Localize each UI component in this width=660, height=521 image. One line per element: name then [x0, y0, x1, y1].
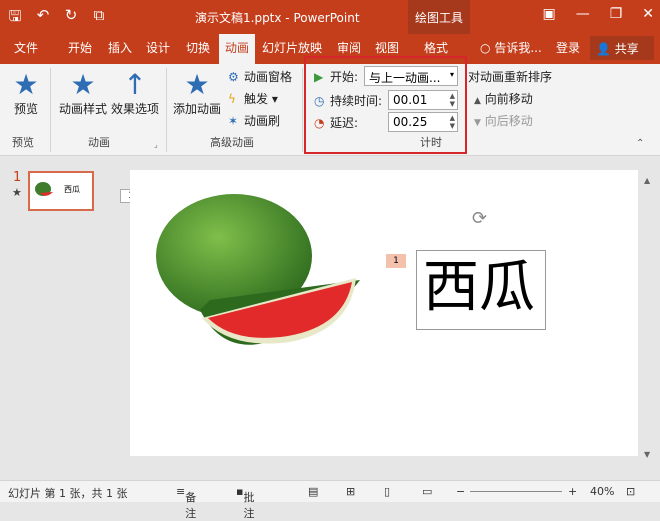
animation-styles-button[interactable]: ★ 动画样式	[58, 70, 108, 117]
preview-group-label: 预览	[12, 136, 34, 149]
slideshow-view-icon[interactable]: ▭	[422, 485, 432, 498]
dialog-launcher-icon[interactable]: ⌟	[154, 140, 158, 149]
animation-painter-button[interactable]: ✶ 动画刷	[228, 112, 280, 129]
slide-canvas[interactable]: 1 西瓜 ⟳	[130, 170, 638, 456]
slide-sorter-icon[interactable]: ⊞	[346, 485, 355, 498]
fit-slide-icon[interactable]: ⊡	[626, 485, 635, 498]
tab-insert[interactable]: 插入	[108, 39, 132, 56]
animation-pane-icon: ⚙	[228, 70, 239, 84]
reading-view-icon[interactable]: ▯	[384, 485, 390, 498]
up-arrow-icon: ↑	[123, 68, 147, 101]
thumbnail-text: 西瓜	[64, 185, 80, 194]
redo-icon[interactable]: ↻	[62, 6, 80, 31]
textbox-text[interactable]: 西瓜	[423, 253, 535, 323]
move-later-button[interactable]: ▼ 向后移动	[474, 112, 533, 129]
person-icon: 👤	[596, 42, 611, 56]
tab-slideshow[interactable]: 幻灯片放映	[262, 39, 322, 56]
undo-icon[interactable]: ↶	[34, 6, 52, 31]
timing-highlight-box	[304, 56, 467, 154]
animation-pane-button[interactable]: ⚙ 动画窗格	[228, 68, 292, 85]
minimize-icon[interactable]: —	[576, 6, 590, 22]
tab-home[interactable]: 开始	[68, 39, 92, 56]
rotate-handle-icon[interactable]: ⟳	[472, 208, 487, 229]
drawing-tools-label: 绘图工具	[414, 11, 463, 25]
add-animation-button[interactable]: ★ 添加动画	[172, 70, 222, 117]
normal-view-icon[interactable]: ▤	[308, 485, 318, 498]
present-icon[interactable]: ⧉	[90, 6, 108, 31]
thumbnail-watermelon-icon	[35, 182, 53, 196]
textbox-selection[interactable]: 西瓜	[416, 250, 546, 330]
tab-review[interactable]: 审阅	[337, 39, 361, 56]
save-icon[interactable]: 🖫	[6, 6, 24, 31]
share-button[interactable]: 👤 共享	[590, 36, 654, 60]
triangle-down-icon: ▼	[474, 118, 481, 128]
move-earlier-button[interactable]: ▲ 向前移动	[474, 90, 533, 107]
advanced-group-label: 高级动画	[210, 136, 254, 149]
tell-me-box[interactable]: ○ 告诉我...	[480, 39, 542, 56]
lightning-icon: ϟ	[228, 92, 236, 106]
animation-painter-label: 动画刷	[244, 114, 281, 128]
preview-label: 预览	[13, 102, 38, 116]
preview-star-icon: ★	[13, 68, 39, 101]
watermelon-image[interactable]	[130, 170, 638, 456]
scroll-down-icon[interactable]: ▼	[644, 450, 650, 459]
animation-star-indicator-icon: ★	[12, 186, 22, 199]
zoom-slider[interactable]	[470, 491, 562, 492]
lightbulb-icon: ○	[480, 41, 491, 55]
window-title: 演示文稿1.pptx - PowerPoint	[195, 11, 360, 25]
animation-star-icon: ★	[70, 68, 96, 101]
trigger-button[interactable]: ϟ 触发 ▾	[228, 90, 278, 107]
painter-icon: ✶	[228, 114, 239, 128]
zoom-out-icon[interactable]: −	[456, 485, 465, 498]
animation-styles-label: 动画样式	[58, 102, 107, 116]
trigger-label: 触发	[244, 92, 269, 106]
divider	[166, 68, 167, 152]
scroll-up-icon[interactable]: ▲	[644, 176, 650, 185]
restore-icon[interactable]: ❐	[610, 6, 623, 22]
animation-tag[interactable]: 1	[386, 254, 406, 268]
animation-group-label: 动画	[88, 136, 110, 149]
divider	[302, 68, 303, 152]
collapse-ribbon-icon[interactable]: ⌃	[636, 138, 644, 149]
divider	[50, 68, 51, 152]
slide-number: 1	[13, 170, 22, 185]
login-link[interactable]: 登录	[556, 39, 580, 56]
add-animation-label: 添加动画	[172, 102, 221, 116]
slide-thumbnail[interactable]: 西瓜	[28, 171, 94, 211]
effect-options-label: 效果选项	[110, 102, 159, 116]
tell-me-label: 告诉我...	[494, 41, 542, 55]
close-icon[interactable]: ✕	[642, 6, 654, 22]
slide-info: 幻灯片 第 1 张，共 1 张	[8, 487, 128, 500]
animation-pane-label: 动画窗格	[244, 70, 293, 84]
share-label: 共享	[614, 42, 639, 56]
triangle-up-icon: ▲	[474, 96, 481, 106]
quick-access-toolbar: 🖫 ↶ ↻ ⧉	[6, 6, 108, 31]
add-animation-icon: ★	[184, 68, 210, 101]
comments-button[interactable]: ▪ 批注	[236, 485, 254, 520]
ribbon-display-icon[interactable]: ▣	[542, 6, 555, 22]
zoom-level[interactable]: 40%	[590, 485, 614, 498]
status-bar: 幻灯片 第 1 张，共 1 张 ≡ 备注 ▪ 批注 ▤ ⊞ ▯ ▭ − + 40…	[0, 480, 660, 520]
preview-button[interactable]: ★ 预览	[8, 70, 44, 117]
tab-design[interactable]: 设计	[146, 39, 170, 56]
notes-button[interactable]: ≡ 备注	[176, 485, 196, 520]
tab-file[interactable]: 文件	[8, 39, 44, 56]
tab-animations[interactable]: 动画	[219, 34, 256, 64]
tab-transitions[interactable]: 切换	[186, 39, 210, 56]
window-buttons: ▣ — ❐ ✕	[542, 6, 654, 22]
zoom-in-icon[interactable]: +	[568, 485, 577, 498]
tab-view[interactable]: 视图	[375, 39, 399, 56]
reorder-title: 对动画重新排序	[468, 70, 553, 84]
tab-format[interactable]: 格式	[424, 39, 448, 56]
effect-options-button[interactable]: ↑ 效果选项	[110, 70, 160, 117]
